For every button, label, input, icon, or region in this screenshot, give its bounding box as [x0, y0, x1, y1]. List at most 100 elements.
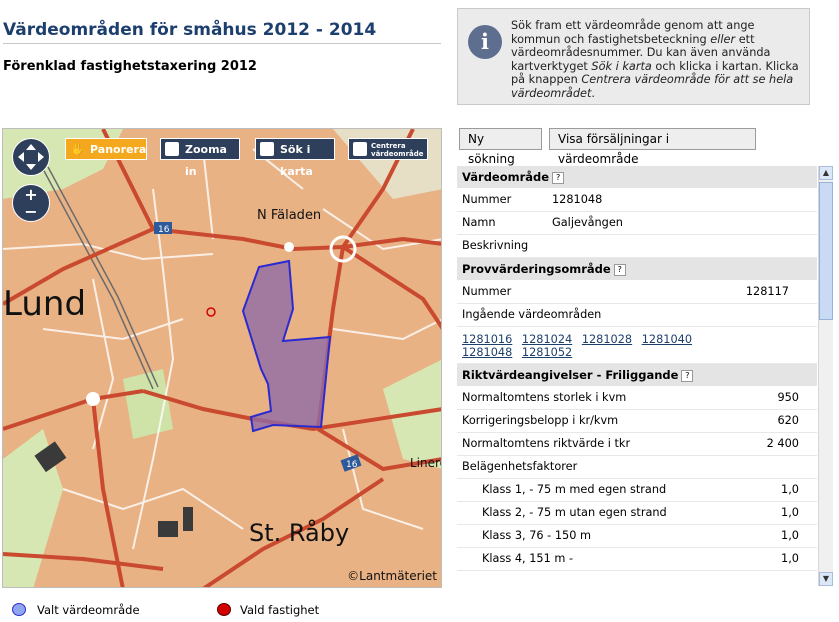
title-divider [3, 43, 441, 44]
row-label: Ingående värdeområden [462, 308, 602, 321]
section-vardeomrade: Värdeområde? [457, 166, 817, 189]
zoom-in-button[interactable]: + [13, 187, 49, 203]
value-area-links: 1281016 1281024 1281028 1281040 1281048 … [457, 327, 817, 364]
row-klass: Klass 3, 76 - 150 m 1,0 [457, 525, 817, 548]
row-storlek: Normaltomtens storlek i kvm 950 [457, 387, 817, 410]
row-value: 1,0 [781, 529, 799, 542]
page-title: Värdeområden för småhus 2012 - 2014 [3, 20, 377, 40]
pan-control[interactable] [12, 138, 50, 176]
selected-area-swatch-icon [12, 603, 26, 616]
row-label: Klass 2, - 75 m utan egen strand [482, 506, 667, 519]
section-heading: Provvärderingsområde [462, 262, 611, 276]
row-ingaende: Ingående värdeområden [457, 304, 817, 327]
place-label-st-raby: St. Råby [249, 518, 349, 547]
value-area-link[interactable]: 1281040 [642, 333, 692, 346]
row-label: Nummer [462, 285, 512, 298]
help-icon[interactable]: ? [681, 369, 694, 382]
legend-label: Vald fastighet [240, 603, 320, 617]
row-label: Belägenhetsfaktorer [462, 460, 578, 473]
panel-scrollbar[interactable]: ▲ ▼ [818, 166, 833, 586]
info-box: i Sök fram ett värdeområde genom att ang… [457, 8, 810, 105]
value-area-link[interactable]: 1281048 [462, 346, 512, 359]
value-area-link[interactable]: 1281028 [582, 333, 632, 346]
section-provvardering: Provvärderingsområde? [457, 258, 817, 281]
pan-tool-label: Panorera [90, 143, 147, 156]
roundabout [86, 392, 100, 406]
building [183, 507, 193, 531]
row-belagenhet: Belägenhetsfaktorer [457, 456, 817, 479]
row-value: 2 400 [766, 437, 799, 450]
legend-label: Valt värdeområde [37, 603, 140, 617]
legend-selected-area: Valt värdeområde [12, 603, 140, 617]
zoom-control[interactable]: + − [12, 184, 50, 222]
center-area-tool-button[interactable]: Centrera värdeområde [348, 138, 428, 160]
search-map-tool-label: Sök i karta [280, 143, 313, 178]
row-label: Normaltomtens storlek i kvm [462, 391, 627, 404]
pan-arrows-icon [18, 144, 44, 170]
help-icon[interactable]: ? [613, 263, 626, 276]
row-label: Korrigeringsbelopp i kr/kvm [462, 414, 619, 427]
center-tool-label-line1: Centrera [371, 142, 406, 150]
row-label: Normaltomtens riktvärde i tkr [462, 437, 631, 450]
row-value: 1281048 [552, 193, 603, 206]
row-value: 620 [777, 414, 799, 427]
row-value: 950 [777, 391, 799, 404]
row-prov-nummer: Nummer 128117 [457, 281, 817, 304]
place-label-linero: Linero [410, 456, 442, 470]
row-klass: Klass 4, 151 m - 1,0 [457, 548, 817, 571]
scroll-down-icon[interactable]: ▼ [819, 572, 833, 586]
row-value: 1,0 [781, 483, 799, 496]
scroll-thumb[interactable] [819, 182, 833, 320]
zoom-out-button[interactable]: − [13, 204, 49, 220]
zoom-in-tool-button[interactable]: Zooma in [160, 138, 240, 178]
row-klass: Klass 2, - 75 m utan egen strand 1,0 [457, 502, 817, 525]
hand-icon: ✋ [70, 142, 85, 156]
row-beskrivning: Beskrivning [457, 235, 817, 258]
row-value: Galjevången [552, 216, 623, 229]
row-value: 128117 [745, 285, 789, 298]
row-label: Beskrivning [462, 239, 529, 252]
row-namn: Namn Galjevången [457, 212, 817, 235]
place-label-lund: Lund [3, 284, 86, 324]
row-label: Klass 4, 151 m - [482, 552, 574, 565]
section-riktvarde: Riktvärdeangivelser - Friliggande? [457, 364, 817, 387]
info-icon: i [468, 25, 502, 59]
row-nummer: Nummer 1281048 [457, 189, 817, 212]
search-map-tool-button[interactable]: Sök i karta [255, 138, 335, 178]
value-area-link[interactable]: 1281024 [522, 333, 572, 346]
new-search-button[interactable]: Ny sökning [459, 128, 542, 166]
selected-property-swatch-icon [217, 603, 231, 616]
place-label-n-faladen: N Fäladen [257, 208, 321, 223]
search-map-icon [260, 142, 274, 156]
map-canvas[interactable]: 16 16 Lund N Fäladen St. Råby Linero [3, 129, 442, 588]
legend-selected-property: Vald fastighet [217, 603, 319, 617]
row-label: Klass 3, 76 - 150 m [482, 529, 591, 542]
info-text: Sök fram ett värdeområde genom att ange … [511, 19, 799, 100]
center-tool-label-line2: värdeområde [371, 150, 424, 158]
map-view[interactable]: 16 16 Lund N Fäladen St. Råby Linero + −… [2, 128, 442, 588]
show-sales-button[interactable]: Visa försäljningar i värdeområde [549, 128, 756, 166]
building [158, 521, 178, 537]
route-16-label: 16 [158, 225, 170, 235]
value-area-link[interactable]: 1281052 [522, 346, 572, 359]
roundabout [284, 242, 294, 252]
row-value: 1,0 [781, 552, 799, 565]
map-copyright: ©Lantmäteriet [347, 569, 437, 583]
pan-tool-button[interactable]: ✋ Panorera [65, 138, 147, 160]
row-label: Namn [462, 216, 496, 229]
help-icon[interactable]: ? [552, 171, 565, 184]
value-area-link[interactable]: 1281016 [462, 333, 512, 346]
details-panel[interactable]: Värdeområde? Nummer 1281048 Namn Galjevå… [457, 166, 817, 586]
row-riktvarde: Normaltomtens riktvärde i tkr 2 400 [457, 433, 817, 456]
row-label: Nummer [462, 193, 512, 206]
magnifier-icon [165, 142, 179, 156]
page-subtitle: Förenklad fastighetstaxering 2012 [3, 59, 257, 74]
row-klass: Klass 1, - 75 m med egen strand 1,0 [457, 479, 817, 502]
section-heading: Riktvärdeangivelser - Friliggande [462, 368, 679, 382]
route-16-label: 16 [346, 460, 358, 470]
section-heading: Värdeområde [462, 170, 550, 184]
row-label: Klass 1, - 75 m med egen strand [482, 483, 667, 496]
row-korrigering: Korrigeringsbelopp i kr/kvm 620 [457, 410, 817, 433]
row-value: 1,0 [781, 506, 799, 519]
scroll-up-icon[interactable]: ▲ [819, 166, 833, 180]
